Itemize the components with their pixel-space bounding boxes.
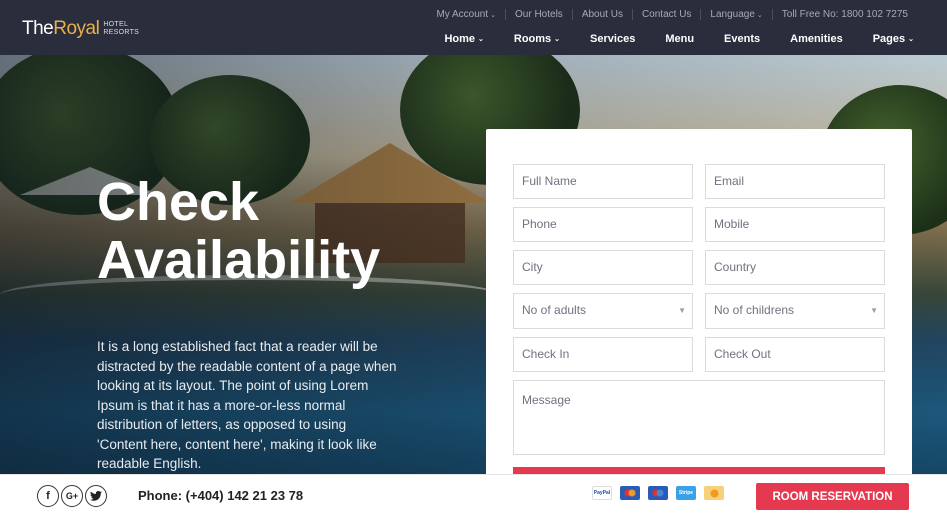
- mastercard-icon: [620, 486, 640, 500]
- mobile-field[interactable]: Mobile: [705, 207, 885, 242]
- page-title: Check Availability: [97, 172, 381, 290]
- childrens-select[interactable]: No of childrens: [705, 293, 885, 329]
- phone-field[interactable]: Phone: [513, 207, 693, 242]
- top-link-about-us[interactable]: About Us: [571, 9, 632, 20]
- chevron-down-icon: ⌄: [554, 36, 561, 43]
- nav-item-home[interactable]: Home ⌄: [444, 33, 483, 45]
- top-link-language[interactable]: Language ⌄: [700, 9, 771, 20]
- nav-item-events[interactable]: Events: [724, 33, 760, 45]
- site-header: TheRoyal HOTEL RESORTS My Account ⌄ Our Ho…: [0, 0, 947, 55]
- bitcoin-icon: [704, 486, 724, 500]
- logo[interactable]: TheRoyal HOTEL RESORTS: [22, 18, 139, 40]
- logo-subtitle: HOTEL RESORTS: [103, 21, 140, 36]
- top-link-our-hotels[interactable]: Our Hotels: [505, 9, 572, 20]
- top-link-my-account[interactable]: My Account ⌄: [427, 9, 505, 20]
- email-field[interactable]: Email: [705, 164, 885, 199]
- city-field[interactable]: City: [513, 250, 693, 285]
- chevron-down-icon: ⌄: [478, 36, 484, 43]
- facebook-icon[interactable]: f: [37, 485, 59, 507]
- logo-wordmark: TheRoyal: [22, 18, 100, 39]
- full-name-field[interactable]: Full Name: [513, 164, 693, 199]
- check-in-field[interactable]: Check In: [513, 337, 693, 372]
- chevron-down-icon: ⌄: [756, 12, 763, 19]
- top-bar-links: My Account ⌄ Our Hotels About Us Contact …: [427, 9, 917, 20]
- twitter-icon[interactable]: [85, 485, 107, 507]
- paypal-icon: PayPal: [592, 486, 612, 500]
- chevron-down-icon: ⌄: [490, 12, 497, 19]
- stripe-icon: Stripe: [676, 486, 696, 500]
- nav-item-amenities[interactable]: Amenities: [790, 33, 843, 45]
- availability-form: Full Name Email Phone Mobile City Countr…: [486, 129, 912, 489]
- message-textarea[interactable]: Message: [513, 380, 885, 455]
- sticky-footer-bar: f G+ Phone: (+404) 142 21 23 78 PayPal S…: [0, 474, 947, 514]
- check-out-field[interactable]: Check Out: [705, 337, 885, 372]
- room-reservation-button[interactable]: ROOM RESERVATION: [756, 483, 909, 510]
- nav-item-menu[interactable]: Menu: [665, 33, 694, 45]
- chevron-down-icon: ⌄: [908, 36, 914, 43]
- main-navigation: Home ⌄ Rooms ⌄ Services Menu Events Amenit…: [444, 33, 914, 45]
- top-link-contact-us[interactable]: Contact Us: [631, 9, 700, 20]
- footer-phone: Phone: (+404) 142 21 23 78: [138, 488, 304, 503]
- toll-free-number: Toll Free No: 1800 102 7275: [771, 9, 917, 20]
- nav-item-services[interactable]: Services: [590, 33, 635, 45]
- country-field[interactable]: Country: [705, 250, 885, 285]
- hero-description: It is a long established fact that a rea…: [97, 339, 397, 471]
- adults-select[interactable]: No of adults: [513, 293, 693, 329]
- maestro-icon: [648, 486, 668, 500]
- nav-item-pages[interactable]: Pages ⌄: [873, 33, 914, 45]
- nav-item-rooms[interactable]: Rooms ⌄: [514, 33, 560, 45]
- google-plus-icon[interactable]: G+: [61, 485, 83, 507]
